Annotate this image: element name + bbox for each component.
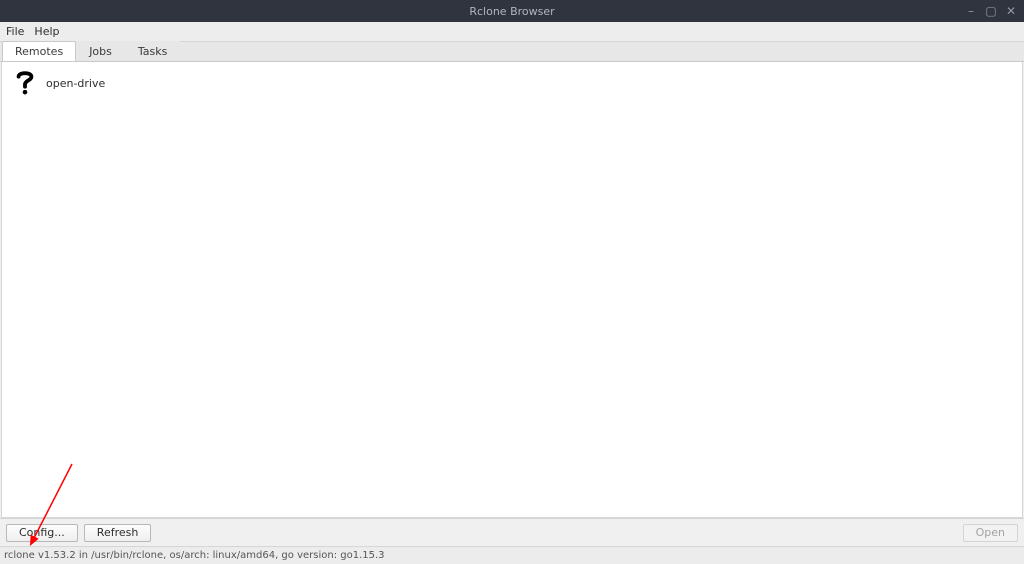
window-title: Rclone Browser [469,5,554,18]
menu-help[interactable]: Help [34,25,59,38]
menubar: File Help [0,22,1024,42]
status-bar: rclone v1.53.2 in /usr/bin/rclone, os/ar… [0,546,1024,564]
button-bar: Config... Refresh Open [0,518,1024,546]
status-text: rclone v1.53.2 in /usr/bin/rclone, os/ar… [4,550,385,561]
menu-file[interactable]: File [6,25,24,38]
close-icon[interactable]: ✕ [1004,5,1018,17]
tab-remotes[interactable]: Remotes [2,41,76,61]
tab-bar: Remotes Jobs Tasks [0,42,1024,62]
remote-list-item[interactable]: open-drive [8,68,109,98]
remote-label: open-drive [46,77,105,90]
config-button[interactable]: Config... [6,524,78,542]
maximize-icon[interactable]: ▢ [984,5,998,17]
question-mark-icon [12,70,38,96]
minimize-icon[interactable]: – [964,5,978,17]
window-controls: – ▢ ✕ [964,5,1024,17]
refresh-button[interactable]: Refresh [84,524,152,542]
window-titlebar: Rclone Browser – ▢ ✕ [0,0,1024,22]
open-button: Open [963,524,1018,542]
tab-jobs[interactable]: Jobs [76,41,125,61]
remotes-panel: open-drive [1,62,1023,518]
tab-tasks[interactable]: Tasks [125,41,180,61]
